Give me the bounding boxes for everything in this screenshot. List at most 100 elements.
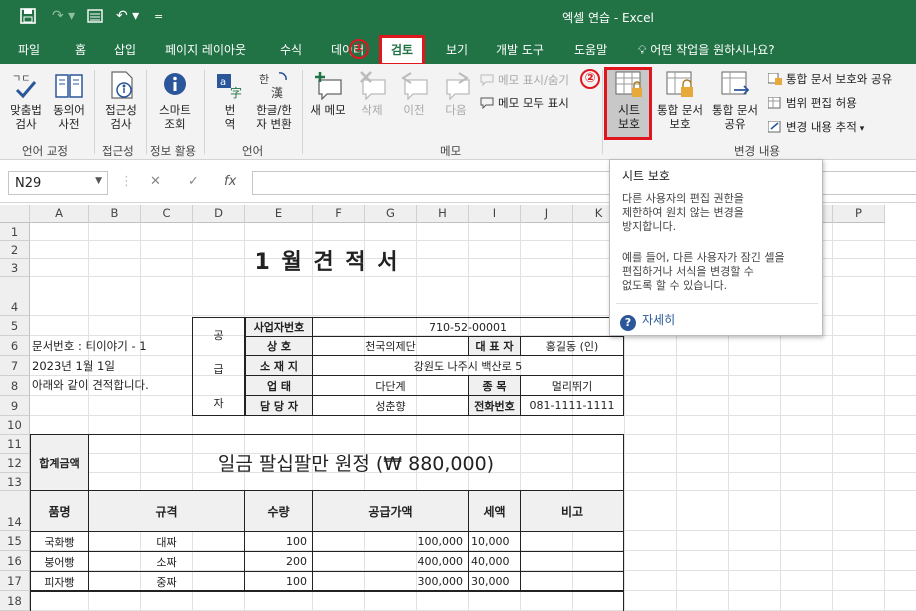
empty-row [30, 590, 624, 611]
row-header[interactable]: 18 [0, 591, 30, 611]
row-header[interactable]: 6 [0, 336, 30, 356]
phone-label: 전화번호 [468, 395, 521, 416]
column-header[interactable]: I [469, 205, 521, 223]
accessibility-check-button[interactable]: 접근성 검사 [100, 70, 142, 131]
ribbon-tabs: 파일 홈 삽입 페이지 레이아웃 수식 데이터 ① 검토 보기 개발 도구 도움… [0, 34, 916, 66]
company-label: 상 호 [245, 336, 313, 356]
tab-page-layout[interactable]: 페이지 레이아웃 [165, 41, 246, 58]
supplier-label: 공 급 자 [192, 317, 245, 416]
item-tax-cell: 30,000 [468, 571, 521, 592]
column-header[interactable]: F [313, 205, 365, 223]
insert-function-icon[interactable]: fx [224, 174, 236, 189]
item-name-cell: 붕어빵 [30, 551, 89, 572]
row-header[interactable]: 4 [0, 277, 30, 316]
tooltip-divider [616, 303, 818, 304]
row-header[interactable]: 13 [0, 473, 30, 491]
phone-value: 081-1111-1111 [520, 395, 624, 416]
tooltip-help-link[interactable]: ? 자세히 [620, 311, 675, 331]
row-header[interactable]: 14 [0, 491, 30, 531]
svg-text:한: 한 [259, 73, 269, 86]
item-note-cell [520, 571, 624, 592]
next-comment-button[interactable]: 다음 [436, 70, 476, 117]
smart-lookup-button[interactable]: 스마트 조회 [152, 70, 198, 131]
translate-button[interactable]: a字 번 역 [212, 70, 248, 131]
name-box-value: N29 [15, 176, 42, 191]
row-header[interactable]: 9 [0, 396, 30, 416]
row-header[interactable]: 8 [0, 376, 30, 396]
show-all-comments-button[interactable]: 메모 모두 표시 [480, 95, 569, 111]
row-header[interactable]: 5 [0, 316, 30, 336]
item-name-header: 품명 [30, 490, 89, 532]
group-comments-label: 메모 [440, 144, 462, 158]
item-name-cell: 국화빵 [30, 531, 89, 552]
name-box[interactable]: N29 ▼ [8, 171, 108, 195]
cancel-icon[interactable]: ✕ [150, 174, 161, 189]
row-header[interactable]: 10 [0, 416, 30, 435]
column-header[interactable]: E [245, 205, 313, 223]
manager-value: 성춘향 [312, 395, 469, 416]
item-spec-cell: 중짜 [88, 571, 245, 592]
delete-comment-button[interactable]: 삭제 [352, 70, 392, 117]
protect-and-share-button[interactable]: 통합 문서 보호와 공유 [767, 71, 892, 87]
thesaurus-button[interactable]: 동의어 사전 [48, 70, 90, 131]
select-all-corner[interactable] [0, 205, 30, 223]
row-header[interactable]: 12 [0, 454, 30, 473]
column-header[interactable]: A [30, 205, 89, 223]
column-header[interactable]: J [521, 205, 573, 223]
row-header[interactable]: 15 [0, 531, 30, 551]
column-header[interactable]: C [141, 205, 193, 223]
column-header[interactable]: B [89, 205, 141, 223]
row-header[interactable]: 16 [0, 551, 30, 571]
enter-icon[interactable]: ✓ [188, 174, 199, 189]
allow-edit-ranges-button[interactable]: 범위 편집 허용 [767, 95, 857, 111]
column-header[interactable]: H [417, 205, 469, 223]
track-changes-button[interactable]: 변경 내용 추적 ▾ [767, 119, 864, 135]
tab-file[interactable]: 파일 [18, 41, 40, 58]
chevron-down-icon[interactable]: ▼ [95, 176, 102, 186]
spelling-check-icon: ㄱㄷ [12, 74, 37, 99]
tab-review[interactable]: 검토 [378, 35, 426, 66]
protect-workbook-button[interactable]: 통합 문서 보호 [654, 70, 706, 131]
new-comment-icon [315, 72, 342, 100]
hanja-convert-button[interactable]: 한漢 한글/한 자 변환 [250, 70, 298, 131]
tell-me-search[interactable]: 💡︎ 어떤 작업을 원하시나요? [638, 41, 775, 58]
row-header[interactable]: 2 [0, 241, 30, 259]
row-header[interactable]: 17 [0, 571, 30, 591]
protect-sheet-tooltip: 시트 보호 다른 사용자의 편집 권한을 제한하여 원치 않는 변경을 방지합니… [609, 159, 823, 336]
tab-insert[interactable]: 삽입 [114, 41, 136, 58]
ceo-value: 홍길동 (인) [520, 336, 624, 356]
group-changes-label: 변경 내용 [734, 144, 780, 158]
tab-formulas[interactable]: 수식 [280, 41, 302, 58]
biz-number-label: 사업자번호 [245, 317, 313, 337]
hanja-icon: 한漢 [259, 72, 287, 100]
show-all-comments-icon [480, 97, 494, 110]
share-workbook-button[interactable]: 통합 문서 공유 [708, 70, 762, 131]
qty-header: 수량 [244, 490, 313, 532]
column-header[interactable]: D [193, 205, 245, 223]
tab-developer[interactable]: 개발 도구 [496, 41, 544, 58]
tooltip-title: 시트 보호 [622, 169, 670, 183]
item-amount-cell: 100,000 [312, 531, 469, 552]
spelling-button[interactable]: ㄱㄷ 맞춤법 검사 [6, 70, 46, 131]
row-header[interactable]: 7 [0, 356, 30, 376]
column-header[interactable]: G [365, 205, 417, 223]
new-comment-button[interactable]: 새 메모 [306, 70, 350, 117]
show-hide-comment-button[interactable]: 메모 표시/숨기 [480, 72, 572, 88]
item-type-label: 종 목 [468, 375, 521, 396]
previous-comment-button[interactable]: 이전 [394, 70, 434, 117]
window-title: 엑셀 연습 - Excel [562, 11, 654, 25]
row-header[interactable]: 11 [0, 435, 30, 454]
book-icon [55, 74, 83, 98]
step-marker-2: ② [580, 69, 600, 89]
row-header[interactable]: 3 [0, 259, 30, 277]
row-header[interactable]: 1 [0, 223, 30, 241]
tab-view[interactable]: 보기 [446, 41, 468, 58]
tooltip-body-2: 예를 들어, 다른 사용자가 잠긴 셀을 편집하거나 서식을 변경할 수 없도록… [622, 251, 785, 292]
protect-workbook-icon [666, 71, 693, 97]
column-header[interactable]: P [833, 205, 885, 223]
item-tax-cell: 10,000 [468, 531, 521, 552]
tab-help[interactable]: 도움말 [574, 41, 607, 58]
amount-header: 공급가액 [312, 490, 469, 532]
ribbon-separator [146, 70, 147, 154]
tab-home[interactable]: 홈 [75, 41, 86, 58]
